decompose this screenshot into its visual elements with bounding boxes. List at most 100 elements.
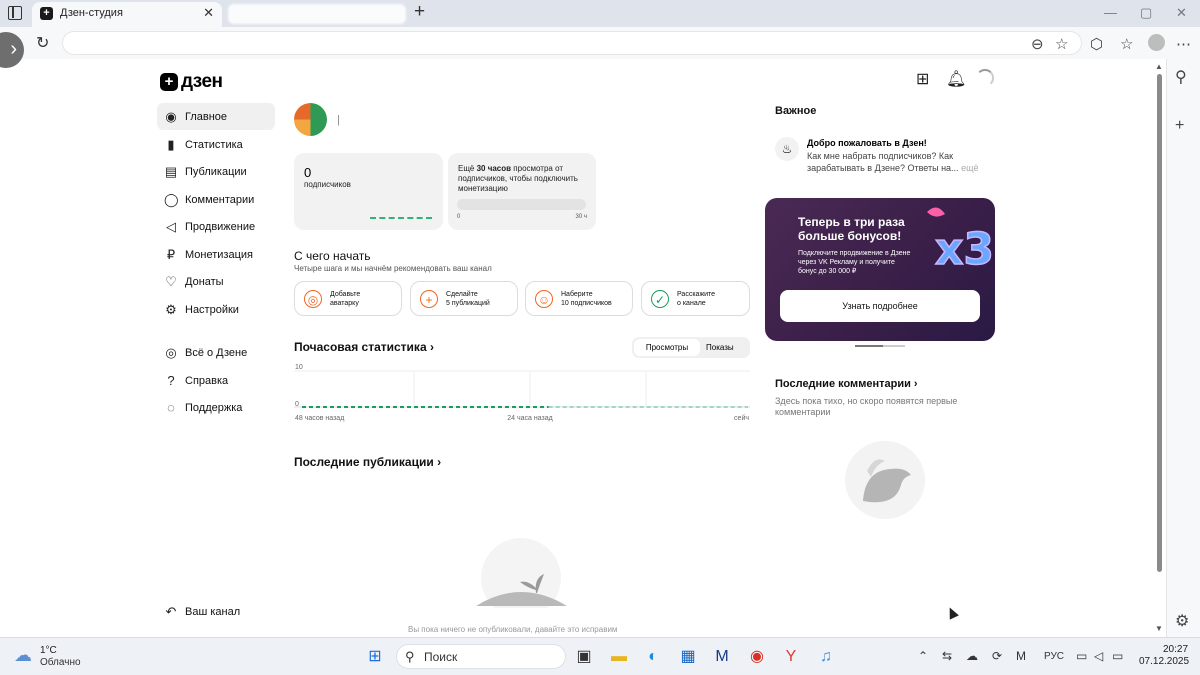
favorite-star-icon[interactable]: ☆	[1055, 35, 1068, 53]
tab-close-icon[interactable]: ✕	[203, 5, 214, 21]
welcome-title[interactable]: Добро пожаловать в Дзен!	[807, 138, 927, 148]
start-step-card[interactable]: ✓ Расскажите о канале	[641, 281, 750, 316]
maximize-button[interactable]: ▢	[1140, 5, 1152, 21]
reload-icon[interactable]: ↻	[36, 33, 49, 53]
start-subtitle: Четыре шага и мы начнём рекомендовать ва…	[294, 264, 492, 273]
tray-chevron-up-icon[interactable]: ⌃	[918, 649, 928, 663]
battery-icon[interactable]: ▭	[1112, 649, 1123, 663]
file-explorer-icon[interactable]: ▬	[609, 647, 629, 667]
promo-text: Подключите продвижение в Дзене через VK …	[798, 250, 911, 275]
scroll-up-arrow[interactable]: ▲	[1155, 62, 1163, 71]
monetization-progress-bar	[457, 199, 586, 210]
subscribers-count: 0	[304, 165, 312, 180]
taskbar-search[interactable]: ⚲ Поиск	[396, 644, 566, 669]
recent-comments-link[interactable]: Последние комментарии ›	[775, 378, 918, 390]
start-step-card[interactable]: ◎ Добавьте аватарку	[294, 281, 402, 316]
search-icon[interactable]: ⚲	[1175, 67, 1187, 87]
volume-icon[interactable]: ◁	[1094, 649, 1103, 663]
task-view-icon[interactable]: ▣	[574, 647, 594, 667]
language-indicator[interactable]: РУС	[1044, 651, 1064, 662]
chevron-right-icon: ›	[913, 378, 918, 390]
support-icon: ◌	[167, 400, 175, 415]
comments-icon: ◯	[164, 191, 179, 207]
your-channel-link[interactable]: ↶ Ваш канал	[157, 598, 275, 625]
start-step-card[interactable]: ☺ Наберите 10 подписчиков	[525, 281, 633, 316]
scrollbar-thumb[interactable]	[1157, 74, 1162, 572]
channel-avatar[interactable]	[294, 103, 327, 136]
app-m-icon[interactable]: M	[712, 647, 732, 667]
browser-tab-blurred[interactable]	[228, 4, 406, 24]
workspaces-icon[interactable]	[8, 6, 22, 20]
zoom-icon[interactable]: ⊖	[1031, 35, 1044, 53]
zen-favicon-icon: +	[40, 7, 53, 20]
profile-avatar[interactable]	[1148, 34, 1165, 51]
tray-m-icon[interactable]: M	[1016, 649, 1026, 663]
promo-pagination[interactable]	[855, 345, 905, 347]
channel-name[interactable]: |	[337, 114, 340, 126]
recent-publications-link[interactable]: Последние публикации ›	[294, 455, 441, 469]
edge-browser-icon[interactable]: ◐	[643, 647, 663, 667]
minimize-button[interactable]: —	[1104, 5, 1117, 20]
sidebar-item[interactable]: ₽ Монетизация	[157, 241, 275, 268]
start-step-card[interactable]: + Сделайте 5 публикаций	[410, 281, 518, 316]
sidebar-item[interactable]: ◯ Комментарии	[157, 186, 275, 213]
loading-spinner-icon	[976, 69, 994, 87]
sidebar-item[interactable]: ♡ Донаты	[157, 268, 275, 295]
yandex-browser-icon[interactable]: Y	[781, 647, 801, 667]
hourly-stats-link[interactable]: Почасовая статистика ›	[294, 340, 434, 354]
favorites-icon[interactable]: ☆	[1120, 35, 1133, 53]
network-icon[interactable]: ▭	[1076, 649, 1087, 663]
weather-temperature[interactable]: 1°C	[40, 645, 57, 656]
settings-icon[interactable]: ⚙	[1175, 611, 1189, 631]
gear-icon: ⚙	[165, 301, 177, 317]
promo-banner[interactable]: x3 Теперь в три раза больше бонусов! Под…	[765, 198, 995, 341]
sidebar-item[interactable]: ⚙ Настройки	[157, 296, 275, 323]
subscribers-sparkline	[370, 217, 432, 219]
cloud-weather-icon[interactable]: ☁	[14, 645, 32, 666]
browser-tab-active[interactable]: + Дзен-студия ✕	[32, 2, 222, 27]
sync-icon[interactable]: ⟳	[992, 649, 1002, 663]
x-tick-label: 48 часов назад	[295, 415, 344, 422]
publications-icon: ▤	[164, 163, 178, 179]
check-circle-icon: ✓	[651, 290, 669, 308]
tray-app-icon[interactable]: ⇆	[942, 649, 952, 663]
donate-icon: ♡	[165, 273, 177, 289]
chrome-icon[interactable]: ◉	[747, 647, 767, 667]
sidebar-item[interactable]: ▮ Статистика	[157, 131, 275, 158]
add-icon[interactable]: +	[1175, 117, 1184, 135]
promo-learn-more-button[interactable]: Узнать подробнее	[780, 290, 980, 322]
music-icon[interactable]: ♫	[816, 647, 836, 667]
onedrive-cloud-icon[interactable]: ☁	[966, 649, 978, 663]
close-window-button[interactable]: ✕	[1176, 5, 1187, 21]
sidebar-item[interactable]: ◉ Главное	[157, 103, 275, 130]
clock-time[interactable]: 20:27	[1163, 644, 1188, 655]
promo-title: Теперь в три раза больше бонусов!	[798, 215, 905, 243]
sidebar-item[interactable]: ? Справка	[157, 367, 275, 394]
scroll-down-arrow[interactable]: ▼	[1155, 624, 1163, 633]
toggle-views[interactable]: Просмотры	[634, 339, 700, 356]
ruble-icon: ₽	[166, 246, 176, 262]
more-icon[interactable]: ⋯	[1176, 35, 1191, 53]
extensions-icon[interactable]: ⬡	[1090, 35, 1103, 53]
sidebar-item[interactable]: ▤ Публикации	[157, 158, 275, 185]
new-tab-button[interactable]: +	[414, 2, 425, 22]
welcome-text[interactable]: Как мне набрать подписчиков? Как зарабат…	[807, 150, 982, 174]
sidebar-item-label: Комментарии	[185, 193, 255, 206]
more-link[interactable]: ещё	[959, 163, 978, 173]
toggle-impressions[interactable]: Показы	[706, 339, 734, 356]
weather-description[interactable]: Облачно	[40, 657, 81, 668]
zen-logo[interactable]: + дзен	[160, 71, 223, 93]
sidebar-item[interactable]: ◌ Поддержка	[157, 394, 275, 421]
create-plus-icon[interactable]: ⊞	[916, 69, 929, 89]
sidebar-item[interactable]: ◎ Всё о Дзене	[157, 339, 275, 366]
sidebar-item-label: Поддержка	[185, 401, 243, 414]
windows-start-icon[interactable]: ⊞	[365, 647, 385, 667]
notifications-bell-icon[interactable]: 🔔︎	[946, 69, 966, 89]
clock-date[interactable]: 07.12.2025	[1139, 656, 1189, 667]
search-icon: ⚲	[405, 649, 415, 664]
store-icon[interactable]: ▦	[678, 647, 698, 667]
address-input[interactable]	[62, 31, 1082, 55]
start-step-text: Расскажите о канале	[677, 291, 716, 307]
y-tick-label: 0	[295, 401, 299, 408]
sidebar-item[interactable]: ◁ Продвижение	[157, 213, 275, 240]
